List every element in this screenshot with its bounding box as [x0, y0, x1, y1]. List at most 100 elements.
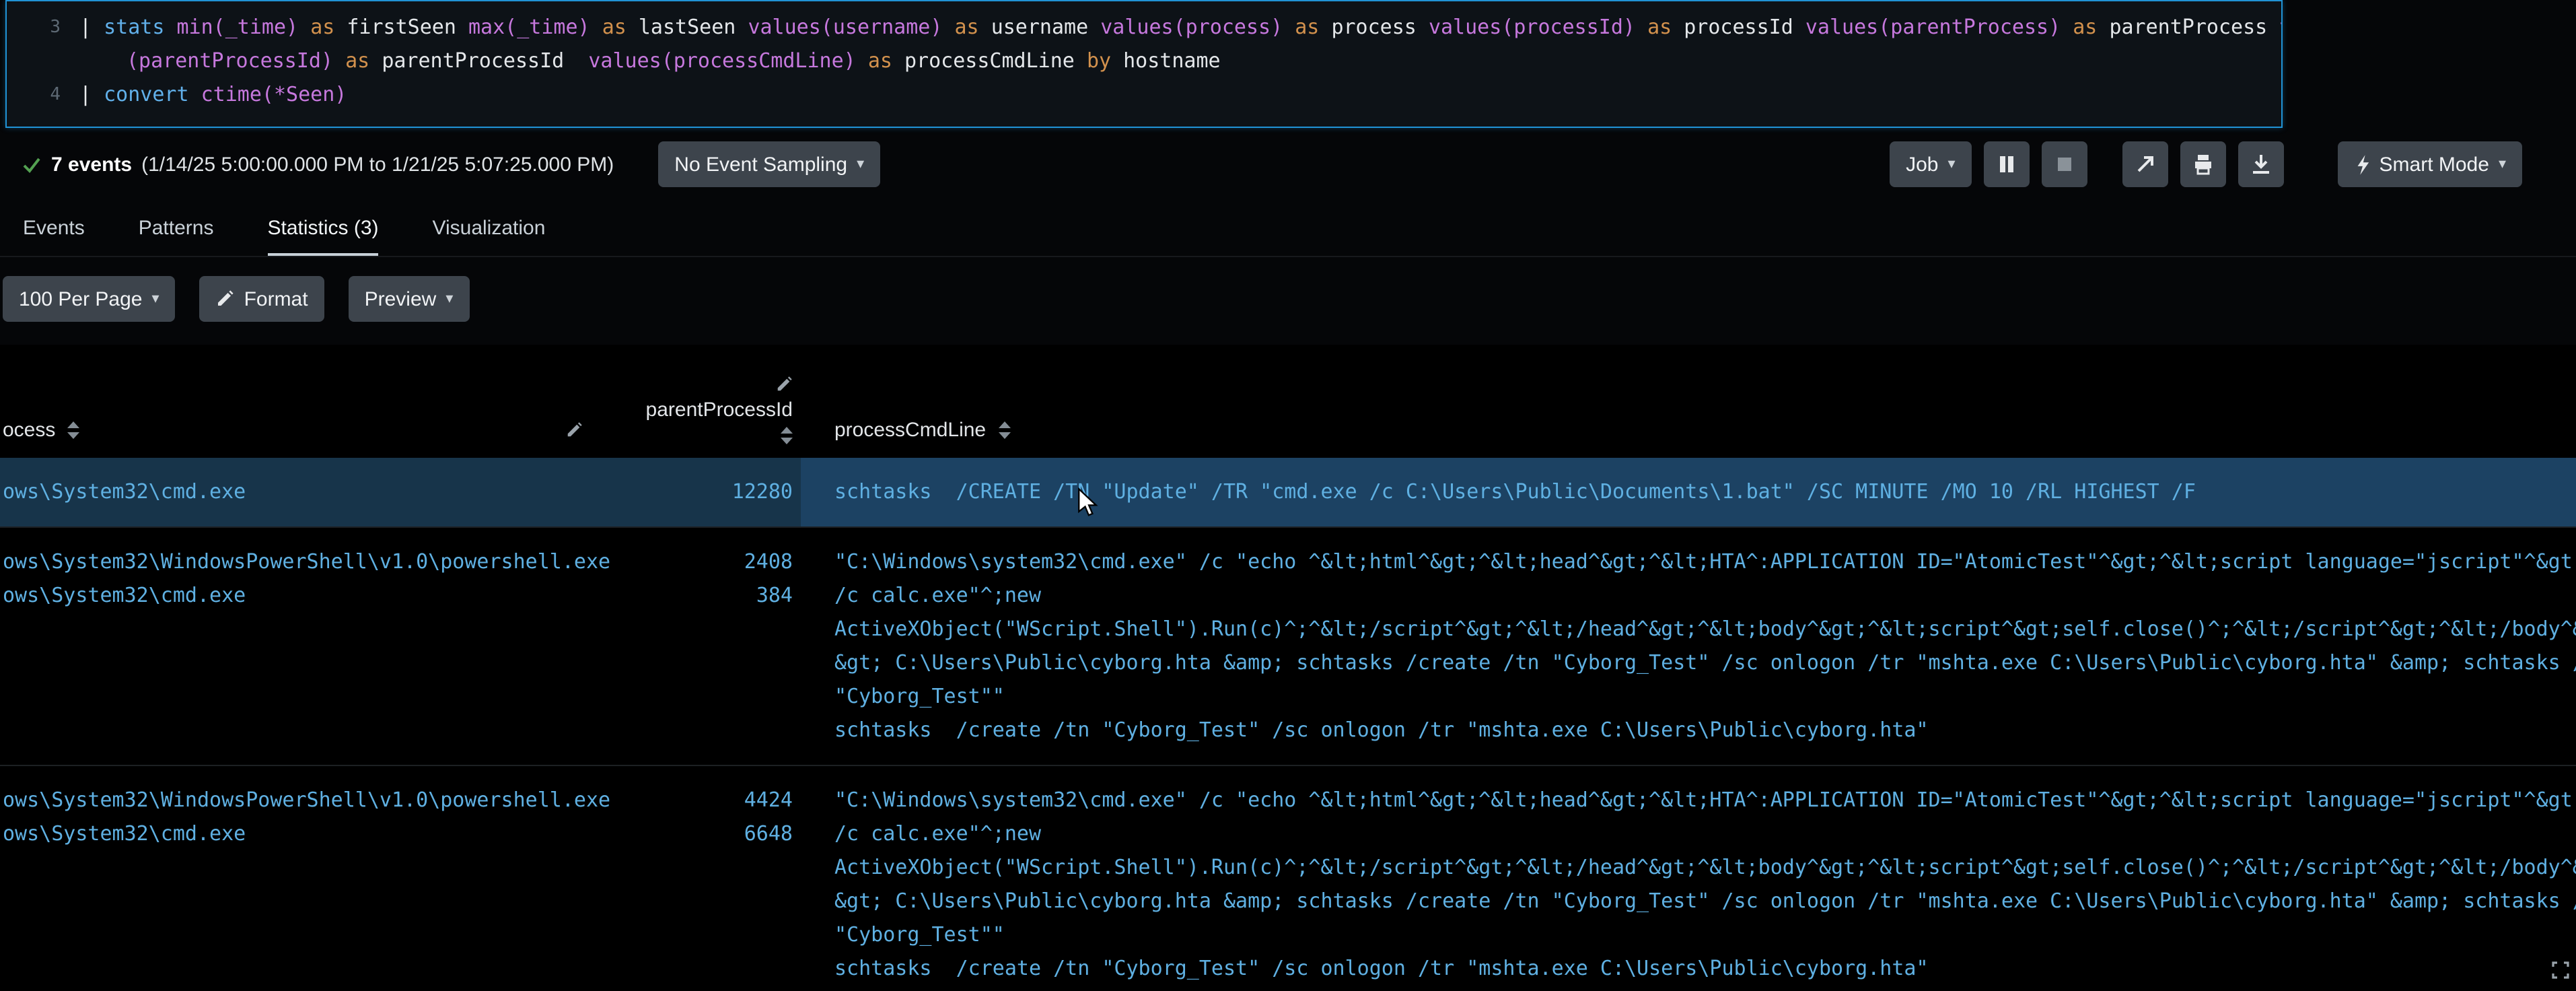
- table-row[interactable]: ows\System32\WindowsPowerShell\v1.0\powe…: [0, 526, 2576, 765]
- chevron-down-icon: ▾: [1947, 156, 1956, 172]
- cell-value[interactable]: "C:\Windows\system32\cmd.exe" /c "echo ^…: [834, 784, 2576, 817]
- editor-line[interactable]: 4 | convert ctime(*Seen): [7, 78, 2281, 112]
- tab-visualization[interactable]: Visualization: [433, 217, 546, 256]
- column-header-process[interactable]: ocess: [3, 419, 80, 442]
- editor-line[interactable]: (parentProcessId) as parentProcessId val…: [7, 44, 2281, 78]
- chevron-down-icon: ▾: [857, 156, 865, 172]
- spl-search-editor[interactable]: 3 | stats min(_time) as firstSeen max(_ti…: [5, 0, 2283, 128]
- sort-icon: [781, 427, 793, 444]
- cell-value[interactable]: 4424: [612, 784, 793, 817]
- download-icon: [2252, 155, 2269, 174]
- spl-code: | stats min(_time) as firstSeen max(_tim…: [79, 15, 2281, 39]
- sort-icon: [67, 421, 80, 439]
- pencil-icon: [218, 290, 234, 306]
- cell-value[interactable]: &gt; C:\Users\Public\cyborg.hta &amp; sc…: [834, 885, 2576, 918]
- stop-icon: [2057, 158, 2071, 171]
- cell-value[interactable]: &gt; C:\Users\Public\cyborg.hta &amp; sc…: [834, 646, 2576, 680]
- cell-value[interactable]: /c calc.exe"^;new: [834, 817, 2576, 851]
- tab-statistics[interactable]: Statistics (3): [267, 217, 379, 256]
- format-label: Format: [244, 287, 308, 310]
- column-header-process-cmdline[interactable]: processCmdLine: [834, 419, 1011, 442]
- expand-handle-icon[interactable]: [2552, 961, 2569, 986]
- cell-value[interactable]: schtasks /create /tn "Cyborg_Test" /sc o…: [834, 952, 2576, 986]
- pencil-icon: [777, 376, 792, 391]
- event-count-summary: 7 events (1/14/25 5:00:00.000 PM to 1/21…: [0, 141, 881, 187]
- table-row[interactable]: ows\System32\WindowsPowerShell\v1.0\powe…: [0, 765, 2576, 991]
- parent-process-id-cell: 4424 6648: [612, 766, 801, 991]
- line-number: [7, 44, 79, 78]
- spl-code: (parentProcessId) as parentProcessId val…: [127, 48, 1221, 73]
- spl-editor-lines: 3 | stats min(_time) as firstSeen max(_ti…: [7, 11, 2281, 112]
- process-cell: ows\System32\cmd.exe: [0, 458, 612, 526]
- results-body: ows\System32\cmd.exe 12280 schtasks /CREAT…: [0, 458, 2576, 991]
- events-time-range: (1/14/25 5:00:00.000 PM to 1/21/25 5:07:…: [141, 153, 614, 176]
- cell-value[interactable]: 6648: [612, 817, 793, 851]
- share-button[interactable]: [2122, 141, 2168, 187]
- cell-value[interactable]: ActiveXObject("WScript.Shell").Run(c)^;^…: [834, 613, 2576, 646]
- process-cmdline-cell: "C:\Windows\system32\cmd.exe" /c "echo ^…: [801, 766, 2576, 991]
- cell-value[interactable]: 12280: [612, 475, 793, 509]
- cell-value[interactable]: ows\System32\WindowsPowerShell\v1.0\powe…: [3, 784, 612, 817]
- per-page-button[interactable]: 100 Per Page ▾: [3, 276, 176, 322]
- stop-button[interactable]: [2041, 141, 2087, 187]
- table-row[interactable]: ows\System32\cmd.exe 12280 schtasks /CREAT…: [0, 458, 2576, 526]
- statistics-table-header: ocess parentProcessId processCmdLine: [0, 345, 2576, 458]
- format-button[interactable]: Format: [199, 276, 324, 322]
- event-sampling-button[interactable]: No Event Sampling ▾: [658, 141, 881, 187]
- cell-value[interactable]: ows\System32\cmd.exe: [3, 475, 612, 509]
- search-status-bar: 7 events (1/14/25 5:00:00.000 PM to 1/21…: [0, 139, 2576, 190]
- results-tabs: Events Patterns Statistics (3) Visualiza…: [0, 202, 2576, 257]
- edit-column-process-button[interactable]: [565, 421, 583, 439]
- cell-value[interactable]: 2408: [612, 545, 793, 579]
- export-button[interactable]: [2238, 141, 2284, 187]
- editor-line[interactable]: 3 | stats min(_time) as firstSeen max(_ti…: [7, 11, 2281, 44]
- cell-value[interactable]: ows\System32\cmd.exe: [3, 817, 612, 851]
- preview-button[interactable]: Preview ▾: [348, 276, 470, 322]
- event-sampling-label: No Event Sampling: [674, 153, 848, 176]
- preview-label: Preview: [364, 287, 437, 310]
- per-page-label: 100 Per Page: [19, 287, 143, 310]
- cell-value[interactable]: ActiveXObject("WScript.Shell").Run(c)^;^…: [834, 851, 2576, 885]
- cell-value[interactable]: ows\System32\cmd.exe: [3, 579, 612, 613]
- parent-process-id-cell: 12280: [612, 458, 801, 526]
- process-cell: ows\System32\WindowsPowerShell\v1.0\powe…: [0, 528, 612, 765]
- column-label-parent-process-id: parentProcessId: [645, 399, 793, 421]
- column-label-process-cmdline: processCmdLine: [834, 419, 987, 442]
- column-label-process: ocess: [3, 419, 56, 442]
- search-mode-label: Smart Mode: [2379, 153, 2489, 176]
- statistics-table-body: ows\System32\cmd.exe 12280 schtasks /CREAT…: [0, 458, 2576, 991]
- results-toolbar: 100 Per Page ▾ Format Preview ▾: [3, 276, 470, 322]
- tab-events[interactable]: Events: [23, 217, 85, 256]
- parent-process-id-cell: 2408 384: [612, 528, 801, 765]
- chevron-down-icon: ▾: [2498, 156, 2506, 172]
- cell-value[interactable]: "C:\Windows\system32\cmd.exe" /c "echo ^…: [834, 545, 2576, 579]
- pencil-icon: [567, 422, 582, 437]
- events-count: 7 events: [51, 153, 133, 176]
- check-icon: [23, 157, 40, 173]
- job-controls: Job ▾ Smart Mode ▾: [1890, 139, 2522, 190]
- cell-value[interactable]: ows\System32\WindowsPowerShell\v1.0\powe…: [3, 545, 612, 579]
- job-menu-button[interactable]: Job ▾: [1890, 141, 1972, 187]
- share-icon: [2137, 156, 2153, 172]
- job-label: Job: [1906, 153, 1939, 176]
- pause-button[interactable]: [1983, 141, 2030, 187]
- process-cell: ows\System32\WindowsPowerShell\v1.0\powe…: [0, 766, 612, 991]
- spl-code: | convert ctime(*Seen): [79, 82, 347, 106]
- tab-patterns[interactable]: Patterns: [139, 217, 214, 256]
- process-cmdline-cell: "C:\Windows\system32\cmd.exe" /c "echo ^…: [801, 528, 2576, 765]
- mouse-cursor: [1077, 487, 1098, 524]
- cell-value[interactable]: schtasks /create /tn "Cyborg_Test" /sc o…: [834, 714, 2576, 747]
- search-mode-button[interactable]: Smart Mode ▾: [2337, 141, 2522, 187]
- cell-value[interactable]: 384: [612, 579, 793, 613]
- process-cmdline-cell: schtasks /CREATE /TN "Update" /TR "cmd.e…: [801, 458, 2576, 526]
- print-button[interactable]: [2180, 141, 2226, 187]
- column-header-parent-process-id[interactable]: parentProcessId: [612, 376, 793, 444]
- pause-icon: [1999, 156, 2013, 172]
- cell-value[interactable]: "Cyborg_Test"": [834, 918, 2576, 952]
- splunk-search-page: 3 | stats min(_time) as firstSeen max(_ti…: [0, 0, 2576, 991]
- line-number: 4: [50, 85, 61, 105]
- chevron-down-icon: ▾: [445, 290, 454, 306]
- sort-icon: [998, 421, 1011, 439]
- cell-value[interactable]: "Cyborg_Test"": [834, 680, 2576, 714]
- cell-value[interactable]: /c calc.exe"^;new: [834, 579, 2576, 613]
